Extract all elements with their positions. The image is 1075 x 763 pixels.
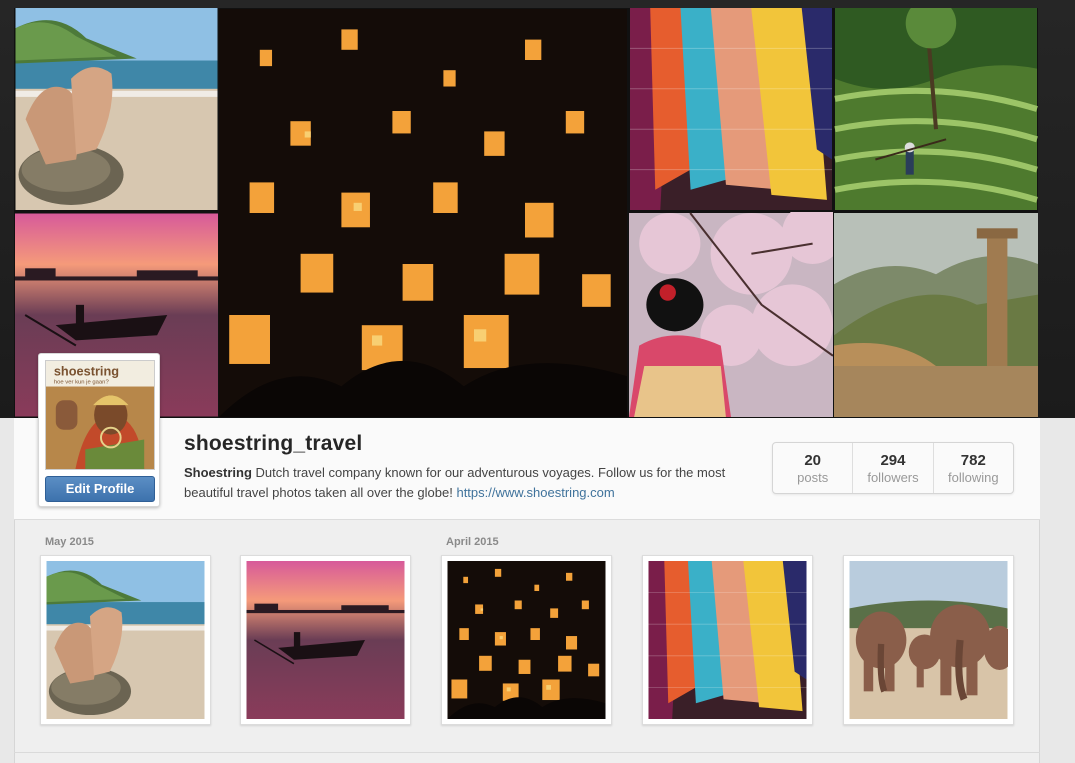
cover-collage: [14, 8, 1038, 418]
stat-posts[interactable]: 20 posts: [773, 443, 854, 493]
thumb-elephants-photo[interactable]: [843, 555, 1014, 725]
collage-beach-feet-photo: [15, 8, 218, 210]
thumb-sunset-boat-photo[interactable]: [240, 555, 411, 725]
collage-sky-lanterns-photo: [219, 8, 627, 418]
collage-hammocks-photo: [629, 8, 833, 210]
profile-username: shoestring_travel: [184, 432, 363, 455]
feed-row-divider: [14, 752, 1040, 753]
stat-followers[interactable]: 294 followers: [853, 443, 934, 493]
edit-profile-button[interactable]: Edit Profile: [45, 476, 155, 502]
collage-geisha-cherry-blossom-photo: [629, 212, 833, 418]
stat-following-value: 782: [960, 452, 986, 469]
thumb-sky-lanterns-photo[interactable]: [441, 555, 612, 725]
profile-stats: 20 posts 294 followers 782 following: [772, 442, 1014, 494]
stat-followers-value: 294: [880, 452, 906, 469]
thumb-beach-feet-photo[interactable]: [40, 555, 211, 725]
stat-following[interactable]: 782 following: [934, 443, 1013, 493]
thumb-hammocks-photo[interactable]: [642, 555, 813, 725]
stat-posts-value: 20: [804, 452, 821, 469]
profile-bio: Shoestring Dutch travel company known fo…: [184, 463, 744, 502]
stat-followers-label: followers: [867, 470, 919, 485]
bio-text: Dutch travel company known for our adven…: [184, 465, 726, 500]
stat-posts-label: posts: [797, 470, 829, 485]
bio-name: Shoestring: [184, 465, 252, 480]
bio-website-link[interactable]: https://www.shoestring.com: [456, 485, 614, 500]
month-label-may: May 2015: [45, 536, 94, 548]
collage-rice-terraces-photo: [834, 8, 1038, 210]
avatar-logo-text: shoestring: [54, 364, 119, 379]
avatar-card: shoestring hoe ver kun je gaan? Edit Pro…: [38, 353, 160, 507]
month-label-april: April 2015: [446, 536, 499, 548]
avatar-tagline: hoe ver kun je gaan?: [54, 380, 110, 386]
avatar[interactable]: shoestring hoe ver kun je gaan?: [45, 360, 155, 470]
collage-great-wall-photo: [834, 212, 1038, 418]
stat-following-label: following: [948, 470, 999, 485]
